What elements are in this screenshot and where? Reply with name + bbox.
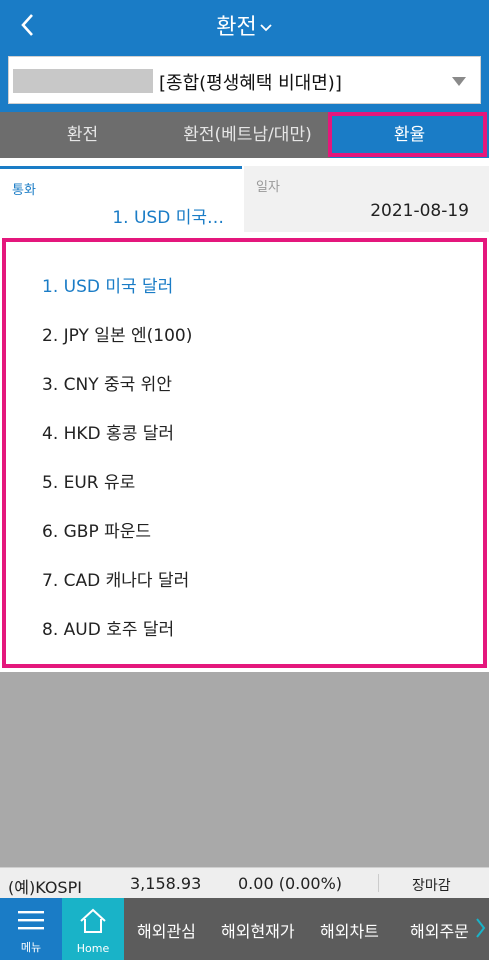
market-ticker[interactable]: (예)KOSPI 3,158.93 0.00 (0.00%) 장마감 [0, 867, 489, 898]
currency-list: 1. USD 미국 달러 2. JPY 일본 엔(100) 3. CNY 중국 … [2, 238, 487, 668]
currency-value: 1. USD 미국… [112, 208, 224, 228]
account-bar: [종합(평생혜택 비대면)] [0, 50, 489, 112]
menu-button[interactable]: 메뉴 [0, 898, 62, 960]
account-select[interactable]: [종합(평생혜택 비대면)] [8, 56, 481, 104]
tab-bar: 환전 환전(베트남/대만) 환율 [0, 112, 489, 158]
chevron-right-icon[interactable] [474, 916, 486, 940]
ticker-change: 0.00 (0.00%) [238, 874, 343, 893]
currency-option-aud[interactable]: 8. AUD 호주 달러 [42, 615, 174, 640]
nav-overseas-watchlist[interactable]: 해외관심 [137, 918, 196, 942]
currency-option-hkd[interactable]: 4. HKD 홍콩 달러 [42, 419, 174, 444]
hamburger-menu-icon [18, 911, 44, 930]
page-title: 환전 [216, 15, 257, 40]
app-header: 환전 [0, 0, 489, 50]
currency-option-gbp[interactable]: 6. GBP 파운드 [42, 517, 151, 542]
date-label: 일자 [256, 180, 280, 195]
currency-selector[interactable]: 통화 1. USD 미국… [0, 166, 242, 232]
tab-exchange[interactable]: 환전 [0, 112, 165, 158]
ticker-divider [378, 874, 379, 892]
nav-overseas-order[interactable]: 해외주문 [410, 918, 469, 942]
account-label: [종합(평생혜택 비대면)] [159, 73, 342, 94]
home-icon [80, 908, 106, 933]
bottom-nav: 메뉴 Home 해외관심 해외현재가 해외차트 해외주문 [0, 898, 489, 960]
dim-overlay[interactable] [0, 672, 489, 867]
currency-option-jpy[interactable]: 2. JPY 일본 엔(100) [42, 321, 192, 346]
ticker-value: 3,158.93 [130, 874, 202, 893]
date-value: 2021-08-19 [370, 201, 469, 221]
page-title-dropdown[interactable]: 환전 [0, 9, 489, 41]
nav-overseas-quote[interactable]: 해외현재가 [221, 918, 295, 942]
menu-label: 메뉴 [20, 941, 42, 954]
currency-option-cad[interactable]: 7. CAD 캐나다 달러 [42, 566, 189, 591]
chevron-down-icon [260, 24, 272, 32]
home-label: Home [76, 942, 110, 955]
currency-option-eur[interactable]: 5. EUR 유로 [42, 468, 135, 493]
home-button[interactable]: Home [62, 898, 124, 960]
tab-exchange-rate[interactable]: 환율 [330, 112, 489, 158]
filter-row: 통화 1. USD 미국… 일자 2021-08-19 [0, 166, 489, 232]
tab-exchange-vietnam-taiwan[interactable]: 환전(베트남/대만) [165, 112, 330, 158]
currency-option-usd[interactable]: 1. USD 미국 달러 [42, 272, 173, 297]
ticker-status: 장마감 [412, 878, 451, 894]
currency-option-cny[interactable]: 3. CNY 중국 위안 [42, 370, 172, 395]
date-selector[interactable]: 일자 2021-08-19 [244, 166, 489, 232]
dropdown-arrow-icon [452, 77, 466, 86]
nav-overseas-chart[interactable]: 해외차트 [320, 918, 379, 942]
account-number-mask [13, 69, 153, 93]
currency-label: 통화 [12, 183, 36, 198]
ticker-name: (예)KOSPI [8, 878, 82, 897]
